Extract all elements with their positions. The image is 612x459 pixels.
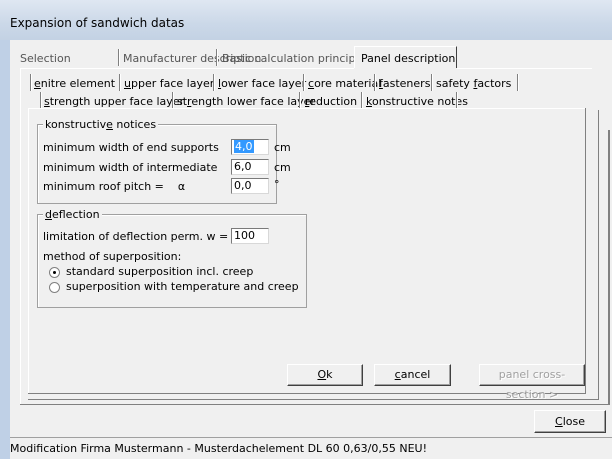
mnemonic-char: d: [45, 208, 52, 221]
mnemonic-char: O: [317, 368, 327, 381]
inner-panel-border-right: [585, 108, 586, 393]
inner-panel-border-top: [28, 108, 585, 109]
tab-separator: [517, 74, 519, 91]
unit-end-supports: cm: [274, 141, 291, 154]
tab-separator: [299, 92, 301, 108]
tab-panel-description-label: Panel description: [361, 52, 456, 65]
label-standard-superposition[interactable]: standard superposition incl. creep: [66, 265, 253, 278]
tab-basic-calculation-principle[interactable]: Basic calculation principle: [222, 52, 365, 65]
input-min-roof-pitch-value: 0,0: [234, 179, 252, 192]
ok-button-label: Ok: [317, 368, 333, 381]
tab-panel-description[interactable]: Panel description: [354, 46, 457, 68]
unit-intermediate: cm: [274, 161, 291, 174]
subtab-upper-face-layer[interactable]: upper face layer: [124, 77, 214, 90]
subtab-entire-element[interactable]: enitre element: [34, 77, 115, 90]
tab-separator: [456, 92, 458, 108]
close-button[interactable]: Close: [534, 410, 606, 433]
status-text: Modification Firma Mustermann - Musterda…: [10, 442, 427, 455]
tab-separator: [172, 92, 174, 108]
label-min-width-intermediate: minimum width of intermediate: [43, 161, 218, 174]
panel-cross-section-button-label: panel cross-section >: [498, 368, 566, 401]
tab-separator: [30, 74, 32, 91]
label-min-width-end-supports: minimum width of end supports: [43, 141, 219, 154]
tab-separator: [431, 74, 433, 91]
subtab-konstructive-notes[interactable]: konstructive notes: [366, 95, 468, 108]
panel-border-right: [608, 130, 610, 404]
mnemonic-char: k: [366, 95, 372, 108]
tab-separator: [303, 74, 305, 91]
mnemonic-char: C: [555, 415, 563, 428]
input-min-width-intermediate[interactable]: 6,0: [231, 159, 269, 175]
inner-panel-border-left: [28, 108, 29, 393]
subtab-strength-lower-face-layer[interactable]: strength lower face layer: [177, 95, 315, 108]
tab-selection[interactable]: Selection: [20, 52, 71, 65]
tab-separator: [361, 92, 363, 108]
tab-separator: [119, 74, 121, 91]
cancel-button[interactable]: cancel: [374, 364, 451, 386]
label-method-superposition: method of superposition:: [43, 250, 182, 263]
input-min-width-intermediate-value: 6,0: [234, 160, 252, 173]
window-title: Expansion of sandwich datas: [10, 16, 185, 30]
dialog-window: Expansion of sandwich datas Selection Ma…: [0, 0, 612, 459]
ok-button[interactable]: Ok: [287, 364, 363, 386]
panel-border-top: [20, 68, 354, 69]
input-deflection-limit[interactable]: 100: [231, 228, 269, 244]
mnemonic-char: l: [218, 77, 222, 90]
subtab-reduction[interactable]: reduction: [305, 95, 357, 108]
input-min-width-end-supports[interactable]: 4,0: [231, 139, 269, 155]
tab-separator: [216, 49, 218, 66]
group-deflection-title: deflection: [43, 208, 102, 221]
mnemonic-char: s: [44, 95, 50, 108]
label-superposition-temperature[interactable]: superposition with temperature and creep: [66, 280, 299, 293]
mnemonic-char: r: [305, 95, 310, 108]
panel-cross-section-button[interactable]: panel cross-section >: [479, 364, 585, 401]
mnemonic-char: f: [473, 77, 478, 90]
tab-separator: [118, 49, 120, 66]
radio-superposition-temperature[interactable]: [49, 282, 60, 293]
close-button-label: Close: [555, 415, 585, 428]
mnemonic-char: e: [34, 77, 41, 90]
panel-border-left: [20, 68, 21, 404]
row2-panel-right-edge: [598, 110, 599, 400]
label-deflection-limit: limitation of deflection perm. w =: [43, 230, 229, 243]
subtab-strength-upper-face-layer[interactable]: strength upper face layer: [44, 95, 184, 108]
radio-checked-dot: [53, 271, 56, 274]
input-deflection-limit-value: 100: [234, 229, 255, 242]
unit-roof-pitch: °: [274, 178, 280, 191]
tab-separator: [374, 74, 376, 91]
title-bar[interactable]: Expansion of sandwich datas: [0, 0, 612, 40]
input-min-width-end-supports-value: 4,0: [234, 140, 254, 153]
status-bar: Modification Firma Mustermann - Musterda…: [10, 437, 612, 459]
main-tab-strip: Selection Manufacturer description Basic…: [10, 40, 612, 68]
client-area: Selection Manufacturer description Basic…: [10, 40, 612, 437]
mnemonic-char: u: [124, 77, 131, 90]
input-min-roof-pitch[interactable]: 0,0: [231, 178, 269, 194]
subtab-fasteners[interactable]: fasteners: [379, 77, 430, 90]
mnemonic-char: c: [308, 77, 315, 90]
inner-panel-border-bottom: [28, 393, 586, 394]
subtab-lower-face-layer[interactable]: lower face layer: [218, 77, 306, 90]
panel-border-top: [457, 68, 592, 69]
subtab-core-material[interactable]: core material: [308, 77, 381, 90]
subtab-safety-factors[interactable]: safety factors: [436, 77, 511, 90]
mnemonic-char: r: [187, 95, 192, 108]
group-constructive-notices-title: konstructive notices: [43, 118, 159, 131]
tab-separator: [213, 74, 215, 91]
label-min-roof-pitch: minimum roof pitch = α: [43, 180, 186, 193]
mnemonic-char: e: [106, 118, 113, 131]
cancel-button-label: cancel: [394, 368, 431, 381]
tab-separator: [40, 92, 42, 108]
mnemonic-char: c: [394, 368, 401, 381]
mnemonic-char: f: [379, 77, 383, 90]
radio-standard-superposition[interactable]: [49, 267, 60, 278]
